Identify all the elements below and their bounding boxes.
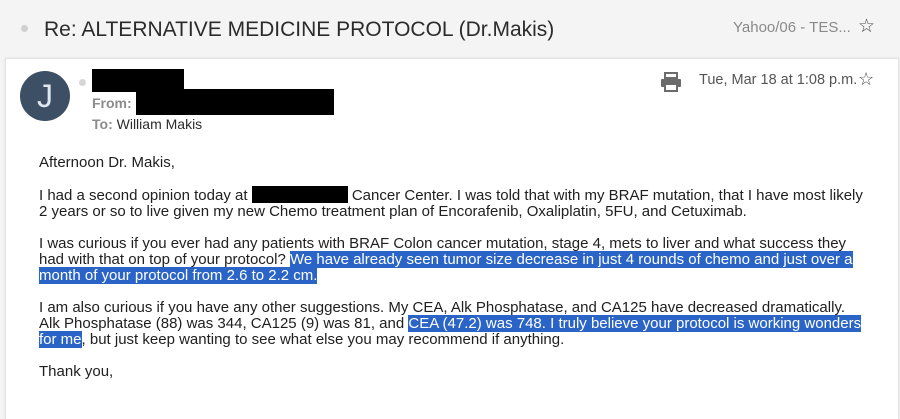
closing: Thank you, [39,363,114,380]
message-header: Re: ALTERNATIVE MEDICINE PROTOCOL (Dr.Ma… [0,0,900,58]
p1-text-a: I had a second opinion today at [39,187,248,204]
p3-text-b: , but just keep wanting to see what else… [81,331,565,348]
star-icon[interactable]: ☆ [858,69,874,90]
recipient-line: To: William Makis [92,116,202,132]
paragraph-3: I am also curious if you have any other … [39,300,869,348]
greeting: Afternoon Dr. Makis, [39,154,175,171]
to-label: To: [92,116,113,132]
paragraph-2: I was curious if you ever had any patien… [39,236,869,284]
status-dot [21,25,28,32]
message-card: J From: To: William Makis Tue, Mar 18 at… [5,58,899,419]
email-subject: Re: ALTERNATIVE MEDICINE PROTOCOL (Dr.Ma… [44,18,555,41]
folder-label[interactable]: Yahoo/06 - TES... [733,19,851,36]
message-body: Afternoon Dr. Makis, I had a second opin… [39,155,869,380]
from-label: From: [92,95,132,111]
recipient-name[interactable]: William Makis [117,116,203,132]
unread-dot [79,79,86,86]
redacted-hospital [251,186,348,203]
message-date: Tue, Mar 18 at 1:08 p.m. [699,72,858,88]
avatar[interactable]: J [20,71,70,121]
star-icon[interactable]: ☆ [858,15,875,38]
redacted-sender-email [136,89,334,115]
paragraph-1: I had a second opinion today at Cancer C… [39,186,869,220]
print-icon[interactable] [660,72,682,92]
